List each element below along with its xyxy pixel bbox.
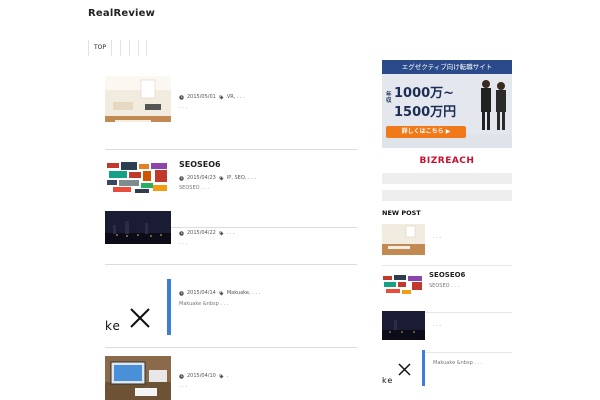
post-meta: 2015/04/10 . <box>179 373 228 379</box>
post-tags[interactable]: . . . <box>227 230 235 236</box>
post-meta: 2015/04/22 . . . <box>179 230 235 236</box>
post-meta: 2015/04/14 Makuake, . . . <box>179 290 260 296</box>
clock-icon <box>179 290 184 296</box>
sidebar-post-item[interactable]: ke Makuake &nbsp . . . <box>382 350 512 400</box>
nav-item-top[interactable]: TOP <box>88 40 111 56</box>
sidebar-post-excerpt: Makuake &nbsp . . . <box>433 360 483 366</box>
sidebar-post-item[interactable]: SEOSEO6 SEOSEO . . . <box>382 268 512 313</box>
post-date: 2015/04/14 <box>187 290 216 296</box>
sidebar-post-excerpt: . . . <box>433 234 441 240</box>
ad-cta-button[interactable]: 詳しくはこちら ▶ <box>386 126 466 138</box>
post-meta: 2015/05/01 VR, . . . <box>179 94 245 100</box>
sidebar-post-title[interactable]: SEOSEO6 <box>429 271 465 279</box>
post-excerpt: . . . <box>179 104 187 110</box>
sidebar-post-item[interactable]: . . . <box>382 308 512 353</box>
nav-item-blank[interactable] <box>120 40 129 56</box>
makuake-logo-text: ke <box>382 376 394 385</box>
sidebar-thumb-makuake[interactable]: ke <box>382 350 425 392</box>
sidebar-gray-bar <box>382 173 512 184</box>
post-date: 2015/05/01 <box>187 94 216 100</box>
site-title[interactable]: RealReview <box>88 8 155 19</box>
post-date: 2015/04/23 <box>187 175 216 181</box>
post-excerpt: . . . <box>179 240 187 246</box>
ad-banner-bizreach[interactable]: エグゼクティブ向け転職サイト 年収 1000万~ 1500万円 詳しくはこちら … <box>382 60 512 168</box>
post-excerpt: . . . <box>179 383 187 389</box>
post-title[interactable]: SEOSEO6 <box>179 160 221 169</box>
ad-headline: エグゼクティブ向け転職サイト <box>382 60 512 74</box>
post-thumbnail-makuake[interactable]: ke <box>105 279 171 335</box>
post-item[interactable]: ke 2015/04/14 Makuake, . . . Makuake &nb… <box>105 265 357 348</box>
makuake-logo-text: ke <box>105 319 121 333</box>
post-item[interactable]: 2015/04/10 . . . . <box>105 348 357 400</box>
ad-income-line2: 1500万円 <box>394 105 457 120</box>
post-tags[interactable]: IP, SEO, . . . <box>227 175 256 181</box>
clock-icon <box>179 94 184 100</box>
sidebar-thumb-room[interactable] <box>382 224 425 255</box>
post-tags[interactable]: . <box>227 373 229 379</box>
ad-brand-logo: BIZREACH <box>419 156 475 166</box>
tag-icon <box>219 291 224 295</box>
post-date: 2015/04/22 <box>187 230 216 236</box>
clock-icon <box>179 175 184 181</box>
ad-brand-footer: BIZREACH <box>382 148 512 168</box>
post-date: 2015/04/10 <box>187 373 216 379</box>
sidebar-thumb-seo[interactable] <box>382 274 425 296</box>
post-thumbnail-laptop[interactable] <box>105 356 171 400</box>
sidebar-thumb-night-city[interactable] <box>382 311 425 340</box>
ad-income-line1: 1000万~ <box>394 86 455 101</box>
sidebar-post-excerpt: . . . <box>433 322 441 328</box>
post-item[interactable]: 2015/04/22 . . . . . . <box>105 187 357 265</box>
post-tags[interactable]: Makuake, . . . <box>227 290 260 296</box>
sidebar-gray-bar <box>382 190 512 201</box>
post-excerpt: Makuake &nbsp . . . <box>179 301 229 307</box>
clock-icon <box>179 230 184 236</box>
tag-icon <box>219 231 224 235</box>
post-tags[interactable]: VR, . . . <box>227 94 245 100</box>
post-item[interactable]: 2015/05/01 VR, . . . . . . <box>105 72 357 150</box>
clock-icon <box>179 373 184 379</box>
post-meta: 2015/04/23 IP, SEO, . . . <box>179 175 256 181</box>
nav-item-blank[interactable] <box>129 40 138 56</box>
sidebar-post-item[interactable]: . . . <box>382 221 512 266</box>
global-nav: TOP <box>88 40 148 56</box>
ad-income-prefix: 年収 <box>386 92 392 104</box>
new-post-heading: NEW POST <box>382 209 421 217</box>
post-thumbnail-night-city[interactable] <box>105 211 171 244</box>
sidebar-post-excerpt: SEOSEO . . . <box>429 283 460 289</box>
tag-icon <box>219 95 224 99</box>
nav-item-blank[interactable] <box>138 40 148 56</box>
tag-icon <box>219 374 224 378</box>
post-thumbnail-room[interactable] <box>105 76 171 122</box>
nav-item-blank[interactable] <box>111 40 120 56</box>
tag-icon <box>219 176 224 180</box>
